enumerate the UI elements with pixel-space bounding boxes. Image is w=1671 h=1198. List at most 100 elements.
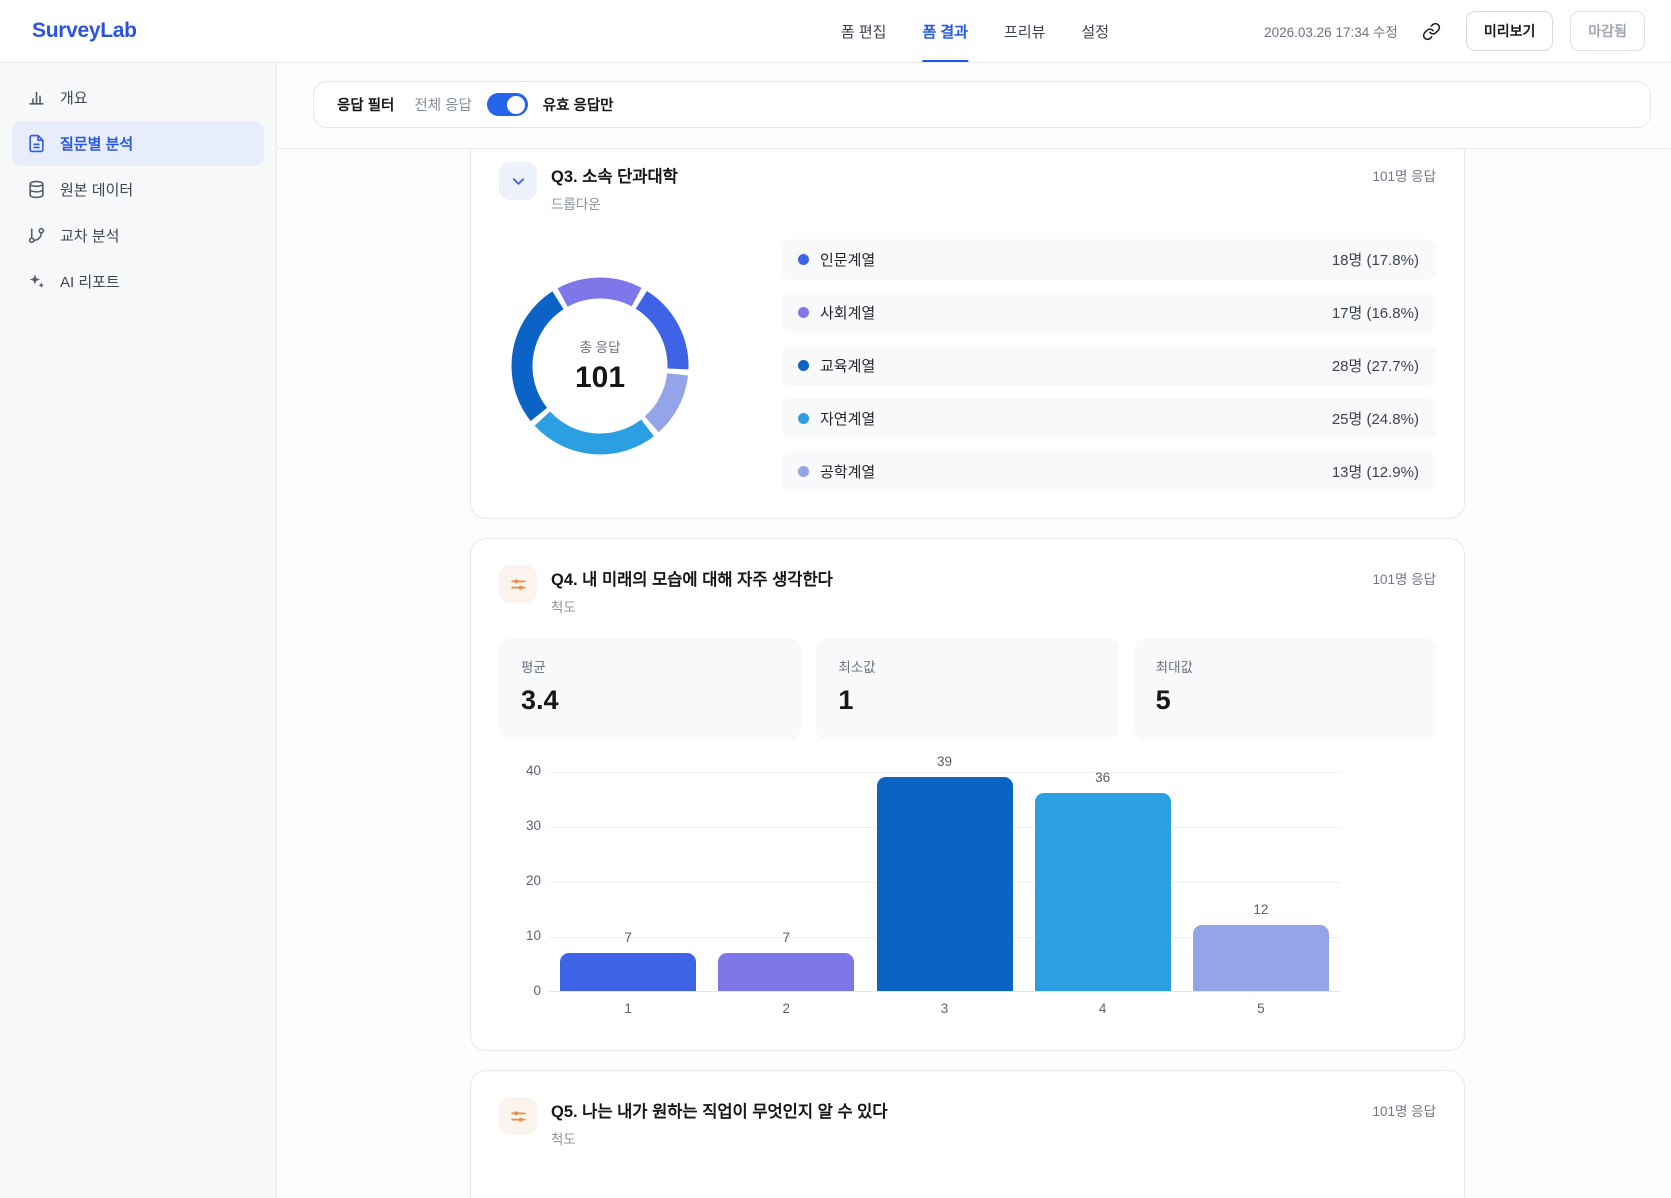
question-card-q3: Q3. 소속 단과대학 드롭다운 101명 응답 총 응답 101 (470, 149, 1465, 519)
legend-label: 공학계열 (820, 461, 875, 482)
tab-form-edit[interactable]: 폼 편집 (841, 0, 887, 62)
tab-form-results[interactable]: 폼 결과 (922, 0, 968, 62)
legend-dot (798, 360, 809, 371)
branch-icon (27, 226, 46, 245)
bar-chart-plot: 01020304077393612 (549, 772, 1340, 992)
y-axis-tick: 40 (503, 763, 541, 778)
response-count: 101명 응답 (1372, 162, 1436, 185)
sidebar-item-overview[interactable]: 개요 (12, 75, 264, 120)
filter-option-valid-only[interactable]: 유효 응답만 (543, 94, 614, 115)
sidebar: 개요 질문별 분석 원본 데이터 교차 분석 AI 리포트 (0, 63, 277, 1198)
bar-4 (1035, 793, 1171, 991)
x-axis-tick: 2 (756, 1001, 816, 1016)
bar-value-label: 36 (1073, 770, 1133, 785)
q3-card-header: Q3. 소속 단과대학 드롭다운 101명 응답 (499, 162, 1436, 213)
q3-titles: Q3. 소속 단과대학 드롭다운 (551, 162, 1372, 213)
legend-row: 교육계열 28명 (27.7%) (781, 345, 1436, 386)
toggle-knob (507, 96, 525, 114)
filter-section: 응답 필터 전체 응답 유효 응답만 (277, 63, 1671, 149)
donut-chart: 총 응답 101 (511, 277, 689, 455)
bar-chart: 01020304077393612 12345 (499, 758, 1436, 1024)
app-body: 개요 질문별 분석 원본 데이터 교차 분석 AI 리포트 응답 필터 전체 응… (0, 63, 1671, 1198)
question-cards: Q3. 소속 단과대학 드롭다운 101명 응답 총 응답 101 (470, 149, 1465, 1198)
bar-3 (877, 777, 1013, 992)
legend-label: 교육계열 (820, 355, 875, 376)
sidebar-item-label: AI 리포트 (60, 271, 120, 292)
legend-value: 18명 (17.8%) (1332, 249, 1419, 270)
main-content: 응답 필터 전체 응답 유효 응답만 Q3. (277, 63, 1671, 1198)
database-icon (27, 180, 46, 199)
filter-label: 응답 필터 (337, 94, 394, 115)
bar-chart-icon (27, 88, 46, 107)
valid-only-toggle[interactable] (487, 93, 528, 116)
legend-row: 공학계열 13명 (12.9%) (781, 451, 1436, 492)
question-card-q4: Q4. 내 미래의 모습에 대해 자주 생각한다 척도 101명 응답 평균 3… (470, 538, 1465, 1051)
stat-box: 최대값 5 (1134, 638, 1436, 740)
stat-box: 최소값 1 (816, 638, 1118, 740)
bar-value-label: 39 (915, 754, 975, 769)
sidebar-item-label: 질문별 분석 (60, 133, 133, 154)
stat-box: 평균 3.4 (499, 638, 801, 740)
q5-card-header: Q5. 나는 내가 원하는 직업이 무엇인지 알 수 있다 척도 101명 응답 (499, 1097, 1436, 1148)
bar-1 (560, 953, 696, 992)
bar-chart-x-labels: 12345 (549, 992, 1340, 1024)
bar-5 (1193, 925, 1329, 991)
bar-value-label: 7 (598, 930, 658, 945)
question-type: 척도 (551, 1128, 1372, 1148)
gridline (549, 772, 1340, 773)
question-title: Q5. 나는 내가 원하는 직업이 무엇인지 알 수 있다 (551, 1098, 1372, 1122)
question-title: Q4. 내 미래의 모습에 대해 자주 생각한다 (551, 566, 1372, 590)
x-axis-tick: 4 (1073, 1001, 1133, 1016)
sidebar-item-question-analysis[interactable]: 질문별 분석 (12, 121, 264, 166)
legend-label: 자연계열 (820, 408, 875, 429)
link-icon[interactable] (1415, 14, 1449, 48)
last-modified-text: 2026.03.26 17:34 수정 (1264, 21, 1398, 41)
sliders-icon (499, 1097, 537, 1135)
preview-button[interactable]: 미리보기 (1466, 11, 1554, 51)
legend-label: 인문계열 (820, 249, 875, 270)
donut-total: 101 (575, 361, 625, 395)
stat-label: 평균 (521, 656, 779, 676)
stat-value: 5 (1156, 685, 1414, 716)
app-root: SurveyLab 폼 편집 폼 결과 프리뷰 설정 2026.03.26 17:34… (0, 0, 1671, 1198)
tab-settings[interactable]: 설정 (1081, 0, 1109, 62)
legend-row: 자연계열 25명 (24.8%) (781, 398, 1436, 439)
chevron-down-icon[interactable] (499, 162, 537, 200)
legend-row: 인문계열 18명 (17.8%) (781, 239, 1436, 280)
q5-titles: Q5. 나는 내가 원하는 직업이 무엇인지 알 수 있다 척도 (551, 1097, 1372, 1148)
response-count: 101명 응답 (1372, 1097, 1436, 1120)
bar-value-label: 12 (1231, 902, 1291, 917)
app-header: SurveyLab 폼 편집 폼 결과 프리뷰 설정 2026.03.26 17:34… (0, 0, 1671, 63)
sidebar-item-raw-data[interactable]: 원본 데이터 (12, 167, 264, 212)
legend-label: 사회계열 (820, 302, 875, 323)
filter-option-all[interactable]: 전체 응답 (414, 94, 471, 115)
stat-label: 최소값 (838, 656, 1096, 676)
y-axis-tick: 10 (503, 928, 541, 943)
x-axis-tick: 1 (598, 1001, 658, 1016)
closed-status-button[interactable]: 마감됨 (1570, 11, 1645, 51)
legend-value: 25명 (24.8%) (1332, 408, 1419, 429)
legend-value: 28명 (27.7%) (1332, 355, 1419, 376)
results-scroll-area[interactable]: Q3. 소속 단과대학 드롭다운 101명 응답 총 응답 101 (277, 149, 1671, 1198)
y-axis-tick: 20 (503, 873, 541, 888)
stat-label: 최대값 (1156, 656, 1414, 676)
sidebar-item-cross-analysis[interactable]: 교차 분석 (12, 213, 264, 258)
donut-center-label: 총 응답 (579, 336, 620, 356)
legend-value: 13명 (12.9%) (1332, 461, 1419, 482)
header-actions: 2026.03.26 17:34 수정 미리보기 마감됨 (1264, 11, 1645, 51)
question-type: 척도 (551, 596, 1372, 616)
app-logo: SurveyLab (32, 19, 137, 43)
bar-value-label: 7 (756, 930, 816, 945)
y-axis-tick: 30 (503, 818, 541, 833)
q4-stats-row: 평균 3.4 최소값 1 최대값 5 (499, 638, 1436, 740)
tab-preview[interactable]: 프리뷰 (1004, 0, 1045, 62)
response-filter-bar: 응답 필터 전체 응답 유효 응답만 (313, 81, 1651, 128)
document-icon (27, 134, 46, 153)
stat-value: 3.4 (521, 685, 779, 716)
sidebar-item-ai-report[interactable]: AI 리포트 (12, 259, 264, 304)
donut-center: 총 응답 101 (511, 277, 689, 455)
sparkles-icon (27, 272, 46, 291)
q4-card-header: Q4. 내 미래의 모습에 대해 자주 생각한다 척도 101명 응답 (499, 565, 1436, 616)
donut-legend: 인문계열 18명 (17.8%) 사회계열 17명 (16.8%) 교육계열 2… (781, 239, 1436, 492)
q4-titles: Q4. 내 미래의 모습에 대해 자주 생각한다 척도 (551, 565, 1372, 616)
